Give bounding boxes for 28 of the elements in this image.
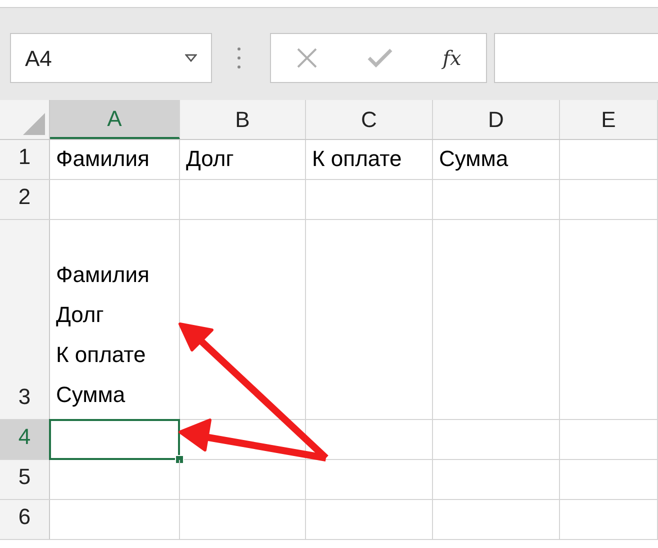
dropdown-caret-icon[interactable] [185, 54, 197, 62]
column-header[interactable]: A [50, 100, 180, 139]
grip-icon [237, 47, 241, 69]
cell-reference: A4 [25, 44, 52, 72]
cell-text: Долг [186, 145, 235, 173]
cell-text: Сумма [439, 145, 510, 173]
column-header[interactable]: D [433, 100, 560, 139]
name-box[interactable]: A4 [10, 33, 212, 83]
row-header[interactable]: 2 [0, 180, 50, 219]
corner-triangle-icon [23, 113, 45, 135]
column-header[interactable]: B [180, 100, 306, 139]
insert-function-button[interactable]: fx [442, 43, 462, 73]
cell-text-line: Фамилия [56, 261, 150, 289]
row-header[interactable]: 1 [0, 140, 50, 179]
cell-text-line: К оплате [56, 341, 147, 369]
row-header[interactable]: 3 [0, 220, 50, 419]
column-header[interactable]: C [306, 100, 433, 139]
close-icon[interactable] [296, 47, 318, 69]
cell-text-line: Долг [56, 301, 105, 329]
row-header[interactable]: 5 [0, 460, 50, 499]
formula-input-field[interactable] [494, 33, 658, 83]
row-header[interactable]: 4 [0, 420, 50, 459]
cell-text-line: Сумма [56, 381, 126, 409]
checkmark-icon[interactable] [367, 48, 394, 68]
row-header[interactable]: 6 [0, 500, 50, 539]
cell-text: К оплате [312, 145, 403, 173]
cell-text: Фамилия [56, 145, 150, 173]
column-header[interactable]: E [560, 100, 658, 139]
